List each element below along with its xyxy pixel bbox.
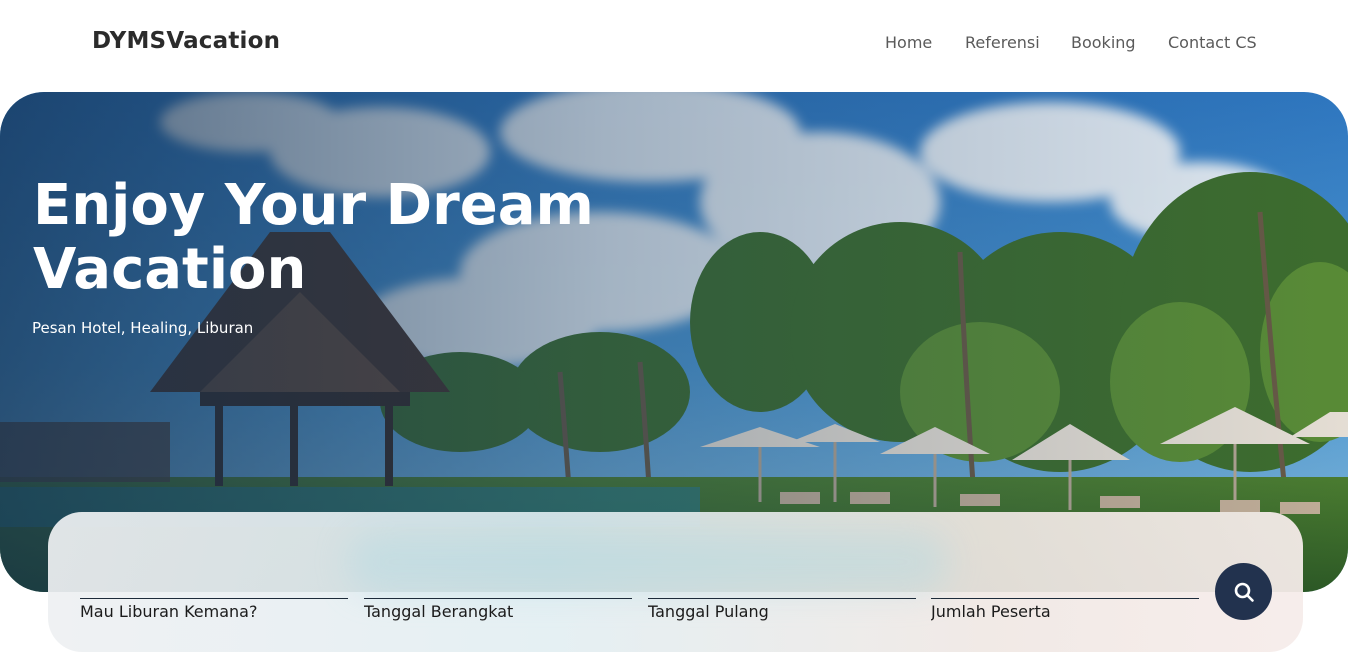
search-icon	[1234, 582, 1254, 602]
brand-logo[interactable]: DYMSVacation	[92, 28, 280, 54]
top-navbar: DYMSVacation Home Referensi Booking Cont…	[0, 0, 1348, 92]
hero-title: Enjoy Your Dream Vacation	[33, 173, 594, 302]
nav-link-contact-cs[interactable]: Contact CS	[1168, 33, 1257, 52]
search-panel-glass-effect	[348, 532, 948, 592]
nav-link-booking[interactable]: Booking	[1071, 33, 1136, 52]
nav-link-home[interactable]: Home	[885, 33, 932, 52]
participants-input[interactable]	[931, 602, 1199, 621]
return-date-field[interactable]	[648, 598, 916, 632]
search-button[interactable]	[1215, 563, 1272, 620]
destination-input[interactable]	[80, 602, 348, 621]
departure-date-input[interactable]	[364, 602, 632, 621]
search-panel	[48, 512, 1303, 652]
hero-subtitle: Pesan Hotel, Healing, Liburan	[32, 319, 254, 337]
destination-field[interactable]	[80, 598, 348, 632]
return-date-input[interactable]	[648, 602, 916, 621]
nav-link-referensi[interactable]: Referensi	[965, 33, 1040, 52]
participants-field[interactable]	[931, 598, 1199, 632]
departure-date-field[interactable]	[364, 598, 632, 632]
